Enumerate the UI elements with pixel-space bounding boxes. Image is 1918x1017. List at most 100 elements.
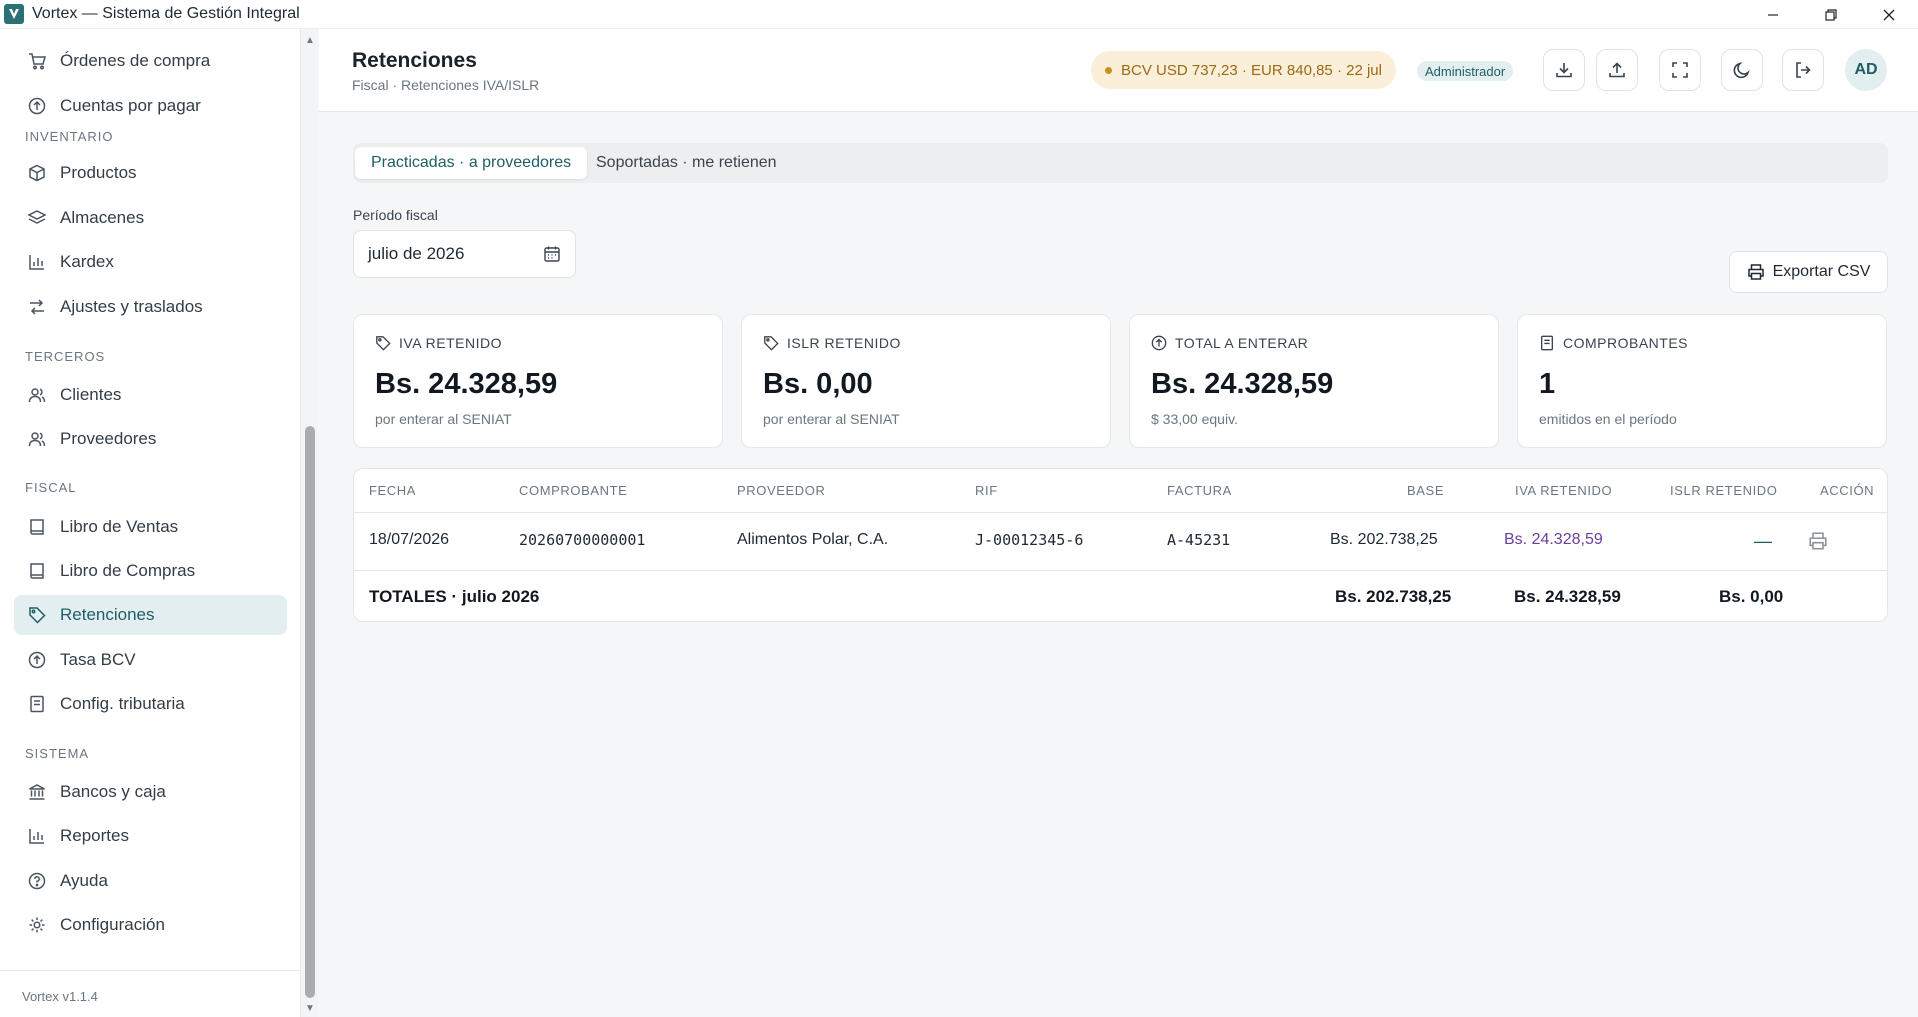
tab-practicadas[interactable]: Practicadas · a proveedores: [355, 147, 588, 179]
app-logo-icon: [4, 4, 24, 24]
sidebar-item-ajustes-y-traslados[interactable]: Ajustes y traslados: [14, 287, 287, 327]
tab-soportadas[interactable]: Soportadas · me retienen: [580, 147, 793, 179]
circle-arrow-icon: [1151, 335, 1167, 351]
sidebar-item-ayuda[interactable]: Ayuda: [14, 861, 287, 901]
tag-icon: [376, 336, 391, 351]
sidebar-nav: Órdenes de compra Cuentas por pagar INVE…: [0, 29, 301, 969]
sidebar-item-label: Bancos y caja: [60, 782, 166, 801]
stat-card-subtitle: por enterar al SENIAT: [763, 411, 900, 427]
restore-icon[interactable]: [1802, 0, 1860, 29]
sidebar-item-label: Ayuda: [60, 871, 108, 890]
bar-chart-icon: [26, 825, 48, 847]
minimize-icon[interactable]: [1744, 0, 1802, 29]
sidebar: Órdenes de compra Cuentas por pagar INVE…: [0, 29, 301, 1017]
cell-factura: A-45231: [1167, 531, 1231, 549]
stat-card-subtitle: emitidos en el período: [1539, 411, 1677, 427]
circle-arrow-icon: [26, 649, 48, 671]
calendar-icon[interactable]: [543, 245, 561, 263]
book-icon: [26, 560, 48, 582]
cell-iva-retenido: Bs. 24.328,59: [1504, 531, 1603, 548]
cell-base: Bs. 202.738,25: [1330, 531, 1438, 548]
sidebar-item-cuentas-por-pagar[interactable]: Cuentas por pagar: [14, 86, 287, 126]
totals-iva: Bs. 24.328,59: [1514, 587, 1621, 606]
help-icon: [26, 870, 48, 892]
totals-islr: Bs. 0,00: [1719, 587, 1784, 606]
header-divider: [354, 512, 1887, 513]
sidebar-item-label: Órdenes de compra: [60, 51, 211, 70]
users-icon: [26, 384, 48, 406]
download-button[interactable]: [1543, 49, 1585, 91]
scrollbar-thumb[interactable]: [305, 426, 315, 998]
sidebar-item-clientes[interactable]: Clientes: [14, 375, 287, 415]
column-header-factura: FACTURA: [1167, 483, 1232, 498]
column-header-accion: ACCIÓN: [1820, 483, 1875, 498]
avatar[interactable]: AD: [1845, 49, 1887, 91]
sidebar-item-libro-de-compras[interactable]: Libro de Compras: [14, 551, 287, 591]
sidebar-item-configuracion[interactable]: Configuración: [14, 905, 287, 945]
sidebar-footer: Vortex v1.1.4: [0, 970, 301, 1017]
period-value: julio de 2026: [368, 244, 465, 263]
export-csv-button[interactable]: Exportar CSV: [1729, 251, 1888, 293]
sidebar-item-label: Config. tributaria: [60, 694, 185, 713]
fullscreen-button[interactable]: [1659, 49, 1701, 91]
column-header-iva-retenido: IVA RETENIDO: [1515, 483, 1613, 498]
logout-button[interactable]: [1782, 49, 1824, 91]
sidebar-item-label: Kardex: [60, 252, 114, 271]
scroll-up-arrow-icon[interactable]: ▲: [304, 35, 316, 47]
scroll-down-arrow-icon[interactable]: ▼: [304, 1003, 316, 1015]
document-icon: [1541, 335, 1553, 351]
sidebar-item-label: Libro de Ventas: [60, 517, 179, 536]
box-icon: [26, 162, 48, 184]
sidebar-item-label: Ajustes y traslados: [60, 297, 203, 316]
cell-fecha: 18/07/2026: [369, 531, 450, 548]
sidebar-item-bancos-y-caja[interactable]: Bancos y caja: [14, 772, 287, 812]
sidebar-item-config-tributaria[interactable]: Config. tributaria: [14, 684, 287, 724]
sidebar-item-ordenes-de-compra[interactable]: Órdenes de compra: [14, 41, 287, 81]
bcv-rate-badge: BCV USD 737,23 · EUR 840,85 · 22 jul: [1091, 51, 1396, 89]
sidebar-item-almacenes[interactable]: Almacenes: [14, 198, 287, 238]
column-header-base: BASE: [1407, 483, 1445, 498]
cell-rif: J-00012345-6: [975, 531, 1084, 549]
stat-card-value: 1: [1539, 368, 1556, 400]
sidebar-item-label: Retenciones: [60, 605, 155, 624]
dark-mode-button[interactable]: [1721, 49, 1763, 91]
sidebar-item-tasa-bcv[interactable]: Tasa BCV: [14, 640, 287, 680]
cell-proveedor: Alimentos Polar, C.A.: [737, 531, 889, 548]
window-title: Vortex — Sistema de Gestión Integral: [32, 5, 300, 22]
stat-card-value: Bs. 24.328,59: [375, 368, 558, 400]
sidebar-item-libro-de-ventas[interactable]: Libro de Ventas: [14, 507, 287, 547]
section-title-terceros: TERCEROS: [25, 349, 106, 364]
stat-card-title: COMPROBANTES: [1563, 335, 1689, 351]
sidebar-item-label: Productos: [60, 163, 137, 182]
document-icon: [26, 693, 48, 715]
sidebar-item-kardex[interactable]: Kardex: [14, 242, 287, 282]
stat-card-iva-retenido: IVA RETENIDO Bs. 24.328,59 por enterar a…: [353, 314, 723, 448]
sidebar-item-label: Reportes: [60, 826, 129, 845]
totals-base: Bs. 202.738,25: [1335, 587, 1452, 606]
column-header-rif: RIF: [975, 483, 998, 498]
sidebar-item-productos[interactable]: Productos: [14, 153, 287, 193]
circle-arrow-icon: [26, 95, 48, 117]
upload-button[interactable]: [1596, 49, 1638, 91]
sidebar-item-label: Almacenes: [60, 208, 145, 227]
sidebar-item-reportes[interactable]: Reportes: [14, 816, 287, 856]
section-title-fiscal: FISCAL: [25, 480, 77, 495]
breadcrumb: Fiscal · Retenciones IVA/ISLR: [352, 77, 540, 93]
bank-icon: [26, 781, 48, 803]
gear-icon: [26, 914, 48, 936]
close-icon[interactable]: [1860, 0, 1918, 29]
sidebar-item-proveedores[interactable]: Proveedores: [14, 419, 287, 459]
period-field[interactable]: julio de 2026: [353, 230, 576, 278]
sidebar-item-label: Configuración: [60, 915, 165, 934]
stat-card-total-a-enterar: TOTAL A ENTERAR Bs. 24.328,59 $ 33,00 eq…: [1129, 314, 1499, 448]
download-icon: [1556, 63, 1572, 78]
cell-islr-retenido: —: [1754, 531, 1772, 551]
sidebar-item-retenciones[interactable]: Retenciones: [14, 595, 287, 635]
main-header: Retenciones Fiscal · Retenciones IVA/ISL…: [319, 29, 1918, 112]
print-action-icon[interactable]: [1808, 531, 1828, 551]
stat-card-subtitle: $ 33,00 equiv.: [1151, 411, 1238, 427]
stat-card-subtitle: por enterar al SENIAT: [375, 411, 512, 427]
tag-icon: [26, 604, 48, 626]
sidebar-item-label: Proveedores: [60, 429, 157, 448]
role-badge: Administrador: [1417, 61, 1514, 81]
